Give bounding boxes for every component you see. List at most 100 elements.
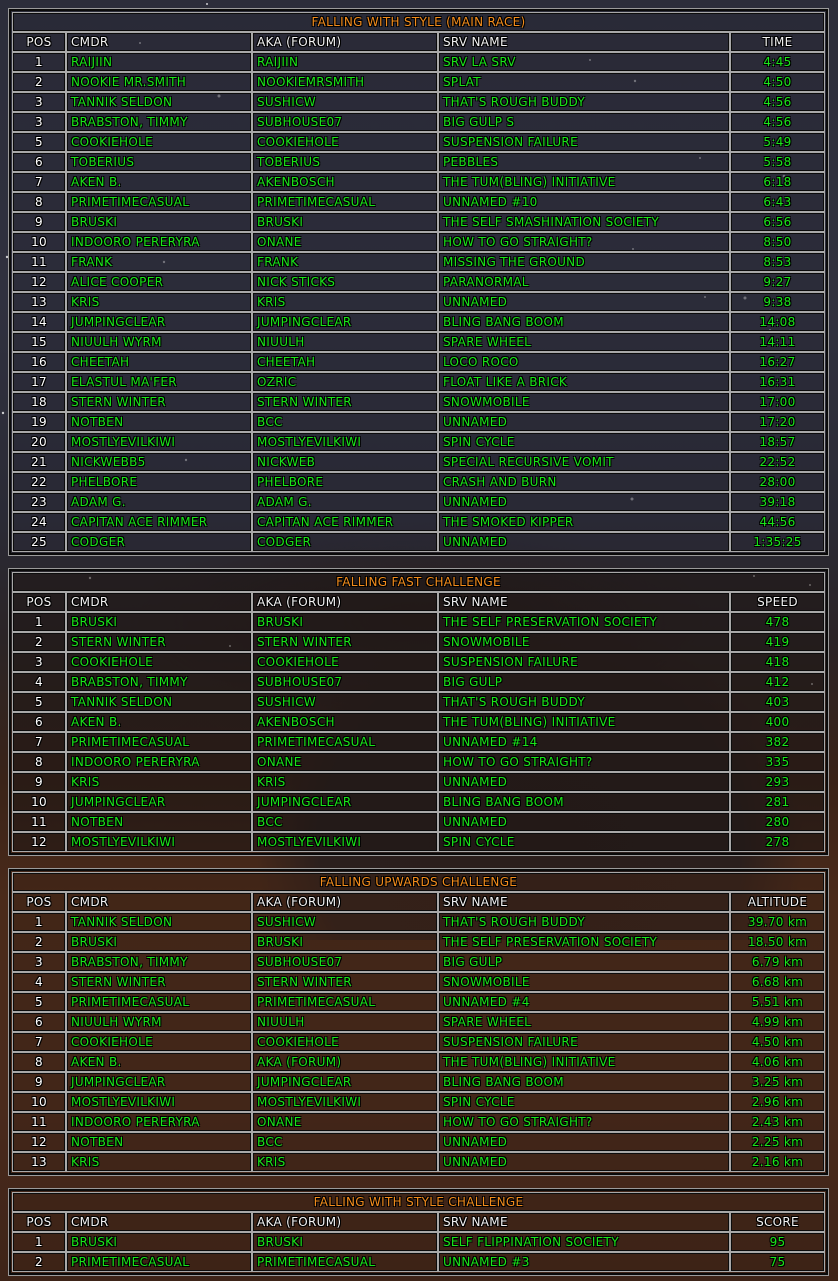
position-cell: 17 — [12, 372, 66, 392]
aka-cell: STERN WINTER — [252, 972, 438, 992]
position-cell: 7 — [12, 732, 66, 752]
value-cell: 14:08 — [730, 312, 825, 332]
table-row: 1 BRUSKI BRUSKI THE SELF PRESERVATION SOCIE… — [12, 612, 825, 632]
column-header-pos: POS — [12, 1212, 66, 1232]
position-cell: 1 — [12, 1232, 66, 1252]
board-title: FALLING UPWARDS CHALLENGE — [12, 872, 825, 892]
position-cell: 16 — [12, 352, 66, 372]
cmdr-cell: MOSTLYEVILKIWI — [66, 432, 252, 452]
cmdr-cell: COOKIEHOLE — [66, 132, 252, 152]
position-cell: 13 — [12, 1152, 66, 1172]
value-cell: 16:27 — [730, 352, 825, 372]
table-row: 6 TOBERIUS TOBERIUS PEBBLES 5:58 — [12, 152, 825, 172]
srv-name-cell: THE TUM(BLING) INITIATIVE — [438, 1052, 730, 1072]
cmdr-cell: PRIMETIMECASUAL — [66, 1252, 252, 1272]
aka-cell: SUSHICW — [252, 912, 438, 932]
position-cell: 9 — [12, 772, 66, 792]
table-row: 2 PRIMETIMECASUAL PRIMETIMECASUAL UNNAMED #… — [12, 1252, 825, 1272]
position-cell: 3 — [12, 112, 66, 132]
table-row: 10 MOSTLYEVILKIWI MOSTLYEVILKIWI SPIN CYCLE… — [12, 1092, 825, 1112]
cmdr-cell: TANNIK SELDON — [66, 92, 252, 112]
table-row: 7 COOKIEHOLE COOKIEHOLE SUSPENSION FAILURE 4… — [12, 1032, 825, 1052]
aka-cell: ONANE — [252, 1112, 438, 1132]
value-cell: 8:53 — [730, 252, 825, 272]
aka-cell: ONANE — [252, 752, 438, 772]
aka-cell: PRIMETIMECASUAL — [252, 192, 438, 212]
value-cell: 28:00 — [730, 472, 825, 492]
position-cell: 10 — [12, 232, 66, 252]
cmdr-cell: BRABSTON, TIMMY — [66, 672, 252, 692]
position-cell: 12 — [12, 1132, 66, 1152]
table-row: 21 NICKWEBB5 NICKWEB SPECIAL RECURSIVE VOMI… — [12, 452, 825, 472]
position-cell: 2 — [12, 72, 66, 92]
srv-name-cell: THE SELF PRESERVATION SOCIETY — [438, 612, 730, 632]
aka-cell: NICK STICKS — [252, 272, 438, 292]
value-cell: 6.79 km — [730, 952, 825, 972]
srv-name-cell: SUSPENSION FAILURE — [438, 652, 730, 672]
column-header-aka: AKA (FORUM) — [252, 892, 438, 912]
table-row: 9 JUMPINGCLEAR JUMPINGCLEAR BLING BANG BOOM… — [12, 1072, 825, 1092]
cmdr-cell: TANNIK SELDON — [66, 692, 252, 712]
aka-cell: COOKIEHOLE — [252, 652, 438, 672]
value-cell: 6:56 — [730, 212, 825, 232]
cmdr-cell: CHEETAH — [66, 352, 252, 372]
value-cell: 403 — [730, 692, 825, 712]
cmdr-cell: INDOORO PERERYRA — [66, 752, 252, 772]
cmdr-cell: BRUSKI — [66, 212, 252, 232]
cmdr-cell: NOTBEN — [66, 412, 252, 432]
position-cell: 4 — [12, 972, 66, 992]
table-row: 10 INDOORO PERERYRA ONANE HOW TO GO STRAIGH… — [12, 232, 825, 252]
srv-name-cell: UNNAMED — [438, 412, 730, 432]
position-cell: 13 — [12, 292, 66, 312]
table-row: 12 ALICE COOPER NICK STICKS PARANORMAL 9:27 — [12, 272, 825, 292]
leaderboard-falling-fast: FALLING FAST CHALLENGE POS CMDR AKA (FOR… — [8, 568, 829, 856]
value-cell: 39.70 km — [730, 912, 825, 932]
position-cell: 23 — [12, 492, 66, 512]
value-cell: 4.99 km — [730, 1012, 825, 1032]
value-cell: 22:52 — [730, 452, 825, 472]
table-row: 9 KRIS KRIS UNNAMED 293 — [12, 772, 825, 792]
column-header-cmdr: CMDR — [66, 892, 252, 912]
srv-name-cell: UNNAMED — [438, 772, 730, 792]
srv-name-cell: MISSING THE GROUND — [438, 252, 730, 272]
position-cell: 9 — [12, 212, 66, 232]
column-header-aka: AKA (FORUM) — [252, 592, 438, 612]
srv-name-cell: SPARE WHEEL — [438, 1012, 730, 1032]
srv-name-cell: THE SMOKED KIPPER — [438, 512, 730, 532]
cmdr-cell: AKEN B. — [66, 1052, 252, 1072]
aka-cell: STERN WINTER — [252, 392, 438, 412]
aka-cell: PRIMETIMECASUAL — [252, 732, 438, 752]
cmdr-cell: MOSTLYEVILKIWI — [66, 832, 252, 852]
leaderboard-table: FALLING FAST CHALLENGE POS CMDR AKA (FOR… — [11, 571, 826, 853]
cmdr-cell: KRIS — [66, 772, 252, 792]
srv-name-cell: UNNAMED — [438, 492, 730, 512]
srv-name-cell: THE SELF PRESERVATION SOCIETY — [438, 932, 730, 952]
aka-cell: PRIMETIMECASUAL — [252, 1252, 438, 1272]
table-row: 14 JUMPINGCLEAR JUMPINGCLEAR BLING BANG BOO… — [12, 312, 825, 332]
srv-name-cell: PARANORMAL — [438, 272, 730, 292]
srv-name-cell: HOW TO GO STRAIGHT? — [438, 232, 730, 252]
value-cell: 4:50 — [730, 72, 825, 92]
aka-cell: RAIJIIN — [252, 52, 438, 72]
aka-cell: COOKIEHOLE — [252, 1032, 438, 1052]
srv-name-cell: LOCO ROCO — [438, 352, 730, 372]
srv-name-cell: FLOAT LIKE A BRICK — [438, 372, 730, 392]
srv-name-cell: UNNAMED #4 — [438, 992, 730, 1012]
aka-cell: AKENBOSCH — [252, 172, 438, 192]
srv-name-cell: BIG GULP — [438, 952, 730, 972]
cmdr-cell: JUMPINGCLEAR — [66, 312, 252, 332]
aka-cell: KRIS — [252, 772, 438, 792]
cmdr-cell: ELASTUL MA'FER — [66, 372, 252, 392]
table-row: 2 STERN WINTER STERN WINTER SNOWMOBILE 419 — [12, 632, 825, 652]
cmdr-cell: PRIMETIMECASUAL — [66, 192, 252, 212]
leaderboard-falling-upwards: FALLING UPWARDS CHALLENGE POS CMDR AKA (… — [8, 868, 829, 1176]
srv-name-cell: HOW TO GO STRAIGHT? — [438, 1112, 730, 1132]
value-cell: 2.43 km — [730, 1112, 825, 1132]
cmdr-cell: KRIS — [66, 292, 252, 312]
table-row: 7 AKEN B. AKENBOSCH THE TUM(BLING) INITIATI… — [12, 172, 825, 192]
column-header-score: SCORE — [730, 1212, 825, 1232]
cmdr-cell: NOOKIE MR.SMITH — [66, 72, 252, 92]
position-cell: 14 — [12, 312, 66, 332]
srv-name-cell: SPECIAL RECURSIVE VOMIT — [438, 452, 730, 472]
table-row: 17 ELASTUL MA'FER OZRIC FLOAT LIKE A BRICK 1… — [12, 372, 825, 392]
